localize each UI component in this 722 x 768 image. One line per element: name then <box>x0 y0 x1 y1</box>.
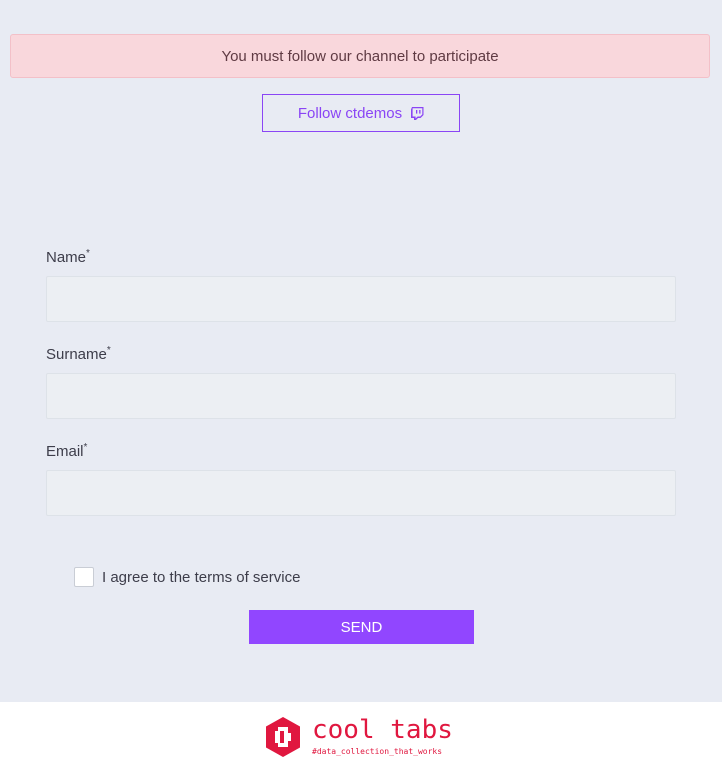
brand-tagline: #data_collection_that_works <box>312 747 443 756</box>
terms-agreement: I agree to the terms of service <box>74 567 300 587</box>
email-field[interactable] <box>46 470 676 516</box>
terms-label: I agree to the terms of service <box>102 568 301 586</box>
name-required-mark: * <box>86 248 90 259</box>
footer: cool tabs #data_collection_that_works <box>0 702 722 768</box>
follow-button-label: Follow ctdemos <box>297 104 403 122</box>
follow-channel-button[interactable]: Follow ctdemos <box>262 94 460 132</box>
email-label: Email* <box>46 442 88 460</box>
brand-name: cool tabs <box>312 715 453 745</box>
name-field[interactable] <box>46 276 676 322</box>
email-label-text: Email <box>46 443 84 460</box>
email-required-mark: * <box>83 442 88 453</box>
terms-checkbox[interactable] <box>74 567 94 587</box>
cooltabs-hexagon-logo <box>266 717 300 757</box>
name-label-text: Name <box>46 249 87 266</box>
twitch-icon <box>411 107 424 120</box>
name-label: Name* <box>46 248 90 266</box>
surname-required-mark: * <box>106 345 111 356</box>
surname-field[interactable] <box>46 373 676 419</box>
surname-label-text: Surname <box>46 346 107 363</box>
alert-message: You must follow our channel to participa… <box>221 47 499 65</box>
participation-alert: You must follow our channel to participa… <box>10 34 710 78</box>
cooltabs-brand[interactable]: cool tabs #data_collection_that_works <box>264 716 453 758</box>
send-button[interactable]: SEND <box>249 610 474 644</box>
surname-label: Surname* <box>46 345 111 363</box>
